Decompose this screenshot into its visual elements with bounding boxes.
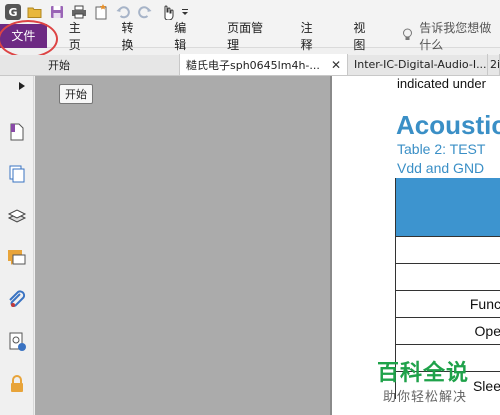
menu-view[interactable]: 视图: [337, 21, 390, 52]
table-row: [396, 237, 500, 264]
close-icon[interactable]: ✕: [331, 58, 341, 72]
tell-me-text: 告诉我您想做什么: [419, 20, 492, 52]
new-icon[interactable]: [92, 3, 110, 21]
menu-comment[interactable]: 注释: [285, 21, 338, 52]
hand-tool-icon[interactable]: [158, 3, 176, 21]
comments-icon[interactable]: [7, 248, 27, 268]
menu-file[interactable]: 文件: [0, 19, 58, 58]
save-icon[interactable]: [48, 3, 66, 21]
tab-start-label: 开始: [48, 58, 70, 72]
menu-convert[interactable]: 转换: [106, 21, 159, 52]
table-row: [396, 264, 500, 291]
table-caption: Table 2: TEST: [397, 141, 486, 157]
table-row: Func: [396, 291, 500, 318]
app-logo-mark: G: [5, 4, 21, 20]
attachment-icon[interactable]: [7, 290, 27, 310]
document-heading: Acoustic: [396, 110, 500, 140]
lock-icon[interactable]: [7, 374, 27, 394]
document-tabs: 开始 糙氏电子sph0645lm4h-... ✕ Inter-IC-Digita…: [0, 54, 500, 76]
tab-document-3-label: 2i: [490, 58, 500, 71]
layers-icon[interactable]: [7, 206, 27, 226]
app-logo: G: [4, 3, 22, 21]
bookmark-page-icon[interactable]: [7, 122, 27, 142]
tab-document-1[interactable]: 糙氏电子sph0645lm4h-... ✕: [180, 54, 348, 75]
left-sidebar: [0, 76, 34, 415]
tab-document-3[interactable]: 2i: [488, 54, 500, 75]
tab-document-2[interactable]: Inter-IC-Digital-Audio-I... ✕: [348, 54, 488, 75]
signature-icon[interactable]: [7, 332, 27, 352]
navigation-panel: [35, 76, 330, 415]
tab-document-1-label: 糙氏电子sph0645lm4h-...: [186, 58, 320, 72]
expand-arrow-icon[interactable]: [19, 82, 25, 90]
tab-start[interactable]: 开始: [0, 54, 180, 75]
lightbulb-icon: [402, 28, 413, 44]
menu-edit[interactable]: 编辑: [158, 21, 211, 52]
menu-bar: 文件 主页 转换 编辑 页面管理 注释 视图 告诉我您想做什么: [0, 19, 500, 58]
tell-me-box[interactable]: 告诉我您想做什么: [402, 19, 500, 53]
watermark-subtitle: 助你轻松解决: [383, 390, 468, 405]
start-tooltip: 开始: [59, 84, 93, 104]
table-header: [396, 178, 500, 237]
menu-page-management[interactable]: 页面管理: [211, 21, 285, 52]
table-caption-line2: Vdd and GND: [397, 160, 485, 176]
document-text-line: indicated under: [397, 76, 486, 91]
open-folder-icon[interactable]: [26, 3, 44, 21]
tab-document-2-label: Inter-IC-Digital-Audio-I...: [354, 58, 487, 71]
table-row: Ope: [396, 318, 500, 345]
watermark-title: 百科全说: [377, 361, 470, 386]
pages-icon[interactable]: [7, 164, 27, 184]
menu-home[interactable]: 主页: [53, 21, 106, 52]
